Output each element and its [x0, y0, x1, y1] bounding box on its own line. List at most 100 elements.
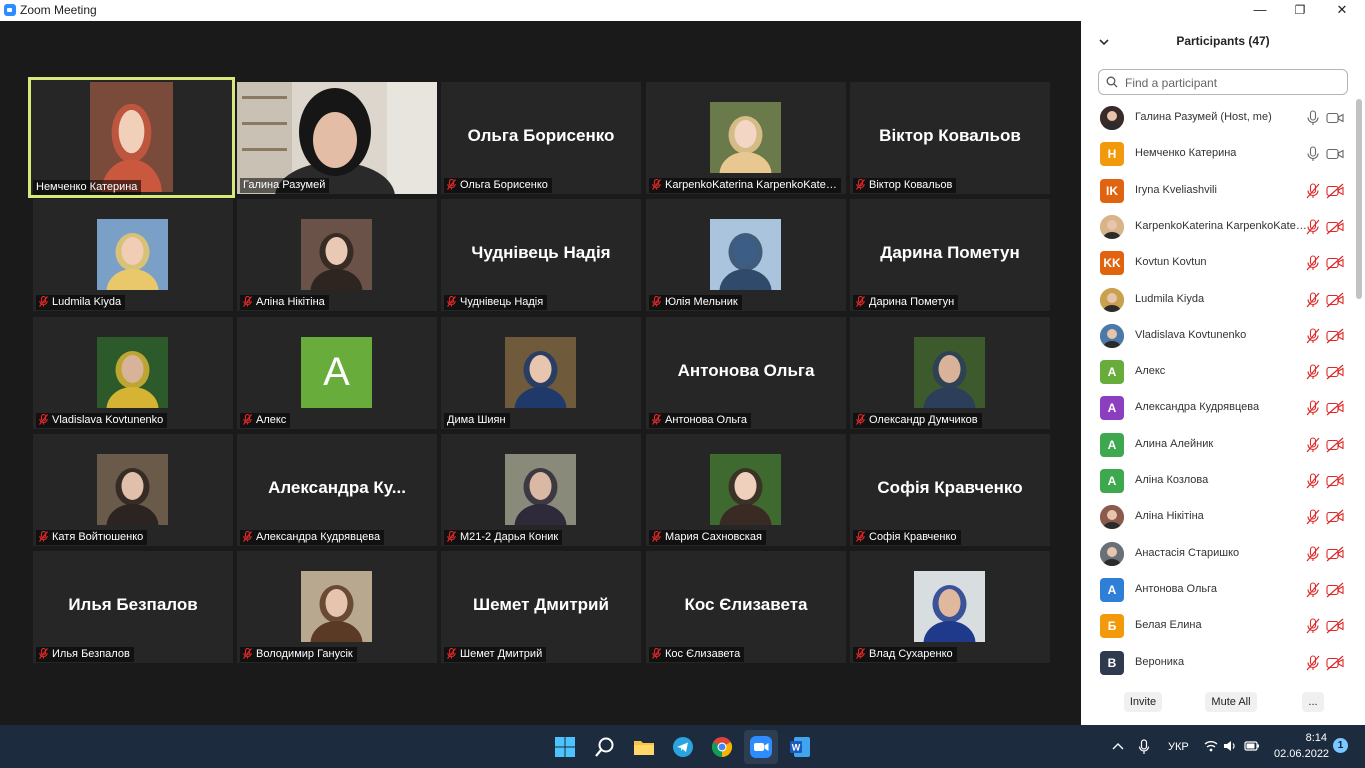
participant-av-status [1305, 255, 1345, 271]
title-bar: Zoom Meeting — ❐ ✕ [0, 0, 1365, 21]
participant-row[interactable]: KarpenkoKaterina KarpenkoKater... [1081, 209, 1353, 245]
video-tile[interactable]: Чуднівець Надія Чуднівець Надія [441, 199, 641, 311]
participant-avatar [1100, 323, 1124, 348]
participant-av-status [1305, 473, 1345, 489]
tile-label-text: Илья Безпалов [52, 648, 130, 660]
participant-row[interactable]: A Аліна Козлова [1081, 463, 1353, 499]
video-tile[interactable]: Антонова Ольга Антонова Ольга [646, 317, 846, 429]
participant-name: Алекс [1135, 365, 1166, 378]
muted-mic-icon [243, 531, 256, 543]
video-tile[interactable]: Софія Кравченко Софія Кравченко [850, 434, 1050, 546]
tile-name-label: Галина Разумей [240, 178, 330, 193]
video-tile[interactable]: Дима Шиян [441, 317, 641, 429]
participant-row[interactable]: A Алина Алейник [1081, 427, 1353, 463]
video-tile[interactable]: Олександр Думчиков [850, 317, 1050, 429]
window-title: Zoom Meeting [20, 3, 97, 17]
participant-av-status [1305, 328, 1345, 344]
video-tile[interactable]: Дарина Пометун Дарина Пометун [850, 199, 1050, 311]
video-tile[interactable]: Галина Разумей [237, 82, 437, 194]
tile-avatar: A [301, 337, 372, 408]
tile-label-text: Ольга Борисенко [460, 179, 548, 191]
participant-video-image [97, 454, 168, 546]
search-icon[interactable] [593, 735, 617, 759]
video-tile[interactable]: Мария Сахновская [646, 434, 846, 546]
tile-name-label: Антонова Ольга [649, 413, 752, 428]
video-tile[interactable]: Кос Єлизавета Кос Єлизавета [646, 551, 846, 663]
participant-row[interactable]: IK Iryna Kveliashvili [1081, 173, 1353, 209]
video-tile[interactable]: Илья Безпалов Илья Безпалов [33, 551, 233, 663]
close-button[interactable]: ✕ [1322, 0, 1362, 21]
zoom-taskbar-icon[interactable] [749, 735, 773, 759]
participant-row[interactable]: В Вероника [1081, 645, 1353, 681]
video-tile[interactable]: Немченко Катерина [28, 77, 235, 198]
file-explorer-icon[interactable] [632, 735, 656, 759]
wifi-icon[interactable] [1204, 739, 1218, 753]
clock-time[interactable]: 8:14 [1305, 732, 1327, 744]
participant-video-image [90, 82, 173, 196]
tile-label-text: Володимир Ганусік [256, 648, 353, 660]
video-tile[interactable]: М21-2 Дарья Коник [441, 434, 641, 546]
battery-icon[interactable] [1244, 740, 1260, 752]
language-indicator[interactable]: УКР [1168, 741, 1189, 753]
participant-search[interactable] [1098, 69, 1348, 95]
video-tile[interactable]: Віктор Ковальов Віктор Ковальов [850, 82, 1050, 194]
participant-row[interactable]: Н Немченко Катерина [1081, 136, 1353, 172]
participant-video-image [914, 571, 985, 663]
volume-icon[interactable] [1223, 739, 1237, 753]
search-input[interactable] [1123, 73, 1342, 93]
muted-mic-icon [39, 648, 52, 660]
mute-all-button[interactable]: Mute All [1205, 692, 1257, 712]
video-tile[interactable]: Юлія Мельник [646, 199, 846, 311]
participant-row[interactable]: A Антонова Ольга [1081, 572, 1353, 608]
tile-display-name: Александра Ку... [268, 478, 406, 497]
video-tile[interactable]: Катя Войтюшенко [33, 434, 233, 546]
telegram-icon[interactable] [671, 735, 695, 759]
clock-date[interactable]: 02.06.2022 [1274, 748, 1329, 760]
participant-av-status [1305, 437, 1345, 453]
invite-button[interactable]: Invite [1124, 692, 1162, 712]
word-icon[interactable]: W [788, 735, 812, 759]
chevron-up-icon[interactable] [1112, 741, 1124, 751]
participant-name: Iryna Kveliashvili [1135, 183, 1217, 196]
restore-button[interactable]: ❐ [1280, 0, 1320, 21]
tile-label-text: Ludmila Kiyda [52, 296, 122, 308]
notification-badge[interactable]: 1 [1333, 738, 1348, 753]
participant-name: Vladislava Kovtunenko [1135, 328, 1247, 341]
video-tile[interactable]: Ludmila Kiyda [33, 199, 233, 311]
tile-label-text: Vladislava Kovtunenko [52, 414, 164, 426]
participant-row[interactable]: Б Белая Елина [1081, 608, 1353, 644]
tile-label-text: Шемет Дмитрий [460, 648, 543, 660]
participant-av-status [1305, 146, 1345, 162]
video-tile[interactable]: Влад Сухаренко [850, 551, 1050, 663]
video-tile[interactable]: Володимир Ганусік [237, 551, 437, 663]
muted-mic-icon [652, 414, 665, 426]
participant-row[interactable]: Галина Разумей (Host, me) [1081, 100, 1353, 136]
tile-display-name: Антонова Ольга [677, 361, 815, 380]
video-tile[interactable]: KarpenkoKaterina KarpenkoKateri... [646, 82, 846, 194]
participant-row[interactable]: Ludmila Kiyda [1081, 282, 1353, 318]
video-tile[interactable]: Александра Ку... Александра Кудрявцева [237, 434, 437, 546]
windows-start-icon[interactable] [553, 735, 577, 759]
video-tile[interactable]: Аліна Нікітіна [237, 199, 437, 311]
participant-row[interactable]: A Александра Кудрявцева [1081, 390, 1353, 426]
participant-row[interactable]: Аліна Нікітіна [1081, 499, 1353, 535]
muted-mic-icon [652, 531, 665, 543]
microphone-tray-icon[interactable] [1138, 739, 1150, 755]
video-tile[interactable]: Vladislava Kovtunenko [33, 317, 233, 429]
participant-row[interactable]: A Алекс [1081, 354, 1353, 390]
tile-name-label: Олександр Думчиков [853, 413, 982, 428]
participant-row[interactable]: KK Kovtun Kovtun [1081, 245, 1353, 281]
video-tile[interactable]: A Алекс [237, 317, 437, 429]
video-tile[interactable]: Ольга Борисенко Ольга Борисенко [441, 82, 641, 194]
video-gallery: Немченко Катерина Галина Разумей Ольга Бор… [0, 21, 1081, 725]
participant-row[interactable]: Vladislava Kovtunenko [1081, 318, 1353, 354]
tile-label-text: Аліна Нікітіна [256, 296, 325, 308]
more-options-button[interactable]: ... [1302, 692, 1324, 712]
participant-row[interactable]: Анастасія Старишко [1081, 536, 1353, 572]
minimize-button[interactable]: — [1240, 0, 1280, 21]
participant-list-scrollbar[interactable] [1356, 99, 1362, 299]
chrome-icon[interactable] [710, 735, 734, 759]
tile-label-text: Юлія Мельник [665, 296, 738, 308]
video-tile[interactable]: Шемет Дмитрий Шемет Дмитрий [441, 551, 641, 663]
tile-display-name: Кос Єлизавета [684, 595, 808, 614]
